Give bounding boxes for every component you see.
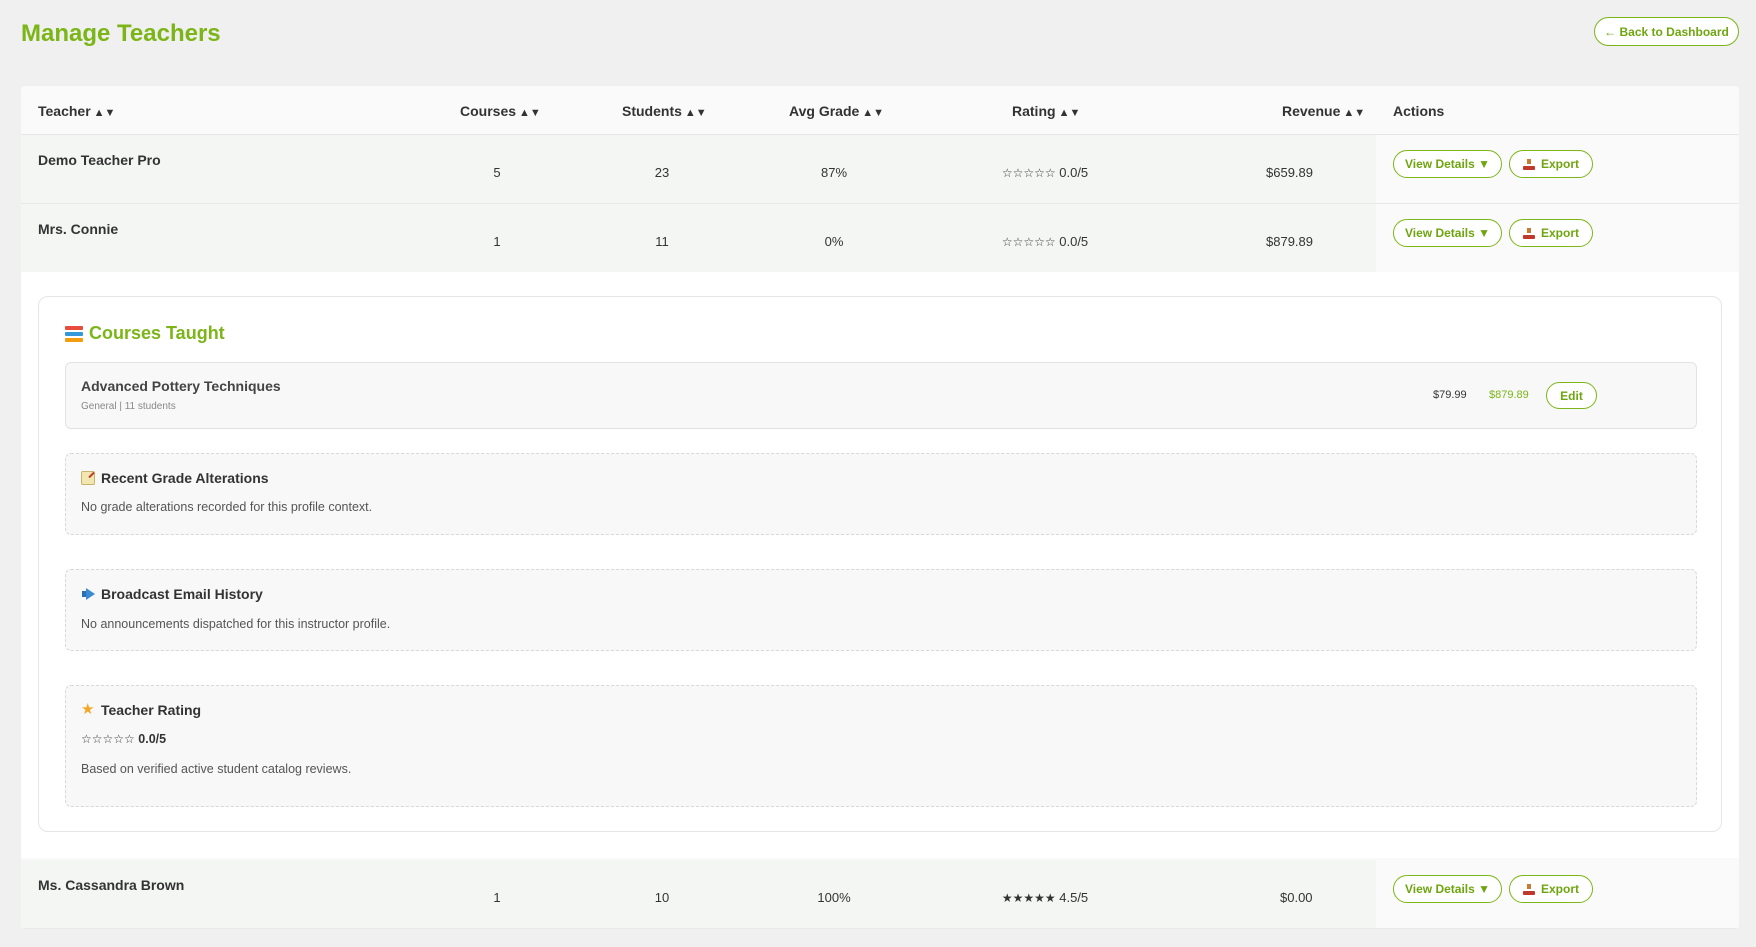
table-row: Demo Teacher Pro 5 23 87% ☆☆☆☆☆ 0.0/5 $6…: [21, 135, 1739, 204]
star-rating-icon: ☆☆☆☆☆: [1001, 235, 1056, 249]
column-courses[interactable]: Courses ▲▼: [460, 103, 541, 119]
export-icon: [1522, 227, 1535, 239]
sort-icon: ▲▼: [1058, 107, 1081, 119]
books-icon: [65, 325, 83, 342]
view-details-button[interactable]: View Details ▼: [1393, 150, 1502, 178]
avg-grade: 87%: [820, 165, 848, 180]
page-title: Manage Teachers: [21, 20, 221, 47]
course-revenue: $879.89: [1489, 389, 1529, 401]
broadcast-history-text: No announcements dispatched for this ins…: [81, 617, 391, 631]
teacher-name: Ms. Cassandra Brown: [38, 877, 185, 893]
grade-alterations-text: No grade alterations recorded for this p…: [81, 500, 373, 514]
course-price: $79.99: [1433, 389, 1467, 401]
course-name: Advanced Pottery Techniques: [81, 378, 281, 394]
column-actions: Actions: [1393, 103, 1445, 119]
courses-taught-title: Courses Taught: [65, 323, 225, 344]
export-icon: [1522, 158, 1535, 170]
export-button[interactable]: Export: [1509, 150, 1593, 178]
column-revenue[interactable]: Revenue ▲▼: [1282, 103, 1365, 119]
course-meta: General | 11 students: [81, 401, 176, 412]
teacher-rating-box: ★ Teacher Rating ☆☆☆☆☆ 0.0/5 Based on ve…: [65, 685, 1697, 807]
revenue: $659.89: [1266, 165, 1313, 180]
avg-grade: 0%: [824, 234, 844, 249]
megaphone-icon: [81, 587, 95, 601]
export-icon: [1522, 883, 1535, 895]
column-teacher[interactable]: Teacher ▲▼: [38, 103, 115, 119]
memo-icon: [81, 471, 95, 485]
students-count: 10: [654, 890, 670, 905]
column-rating[interactable]: Rating ▲▼: [1012, 103, 1080, 119]
star-rating-icon: ☆☆☆☆☆: [1001, 166, 1056, 180]
sort-icon: ▲▼: [862, 107, 885, 119]
star-icon: ★: [81, 701, 95, 718]
revenue: $879.89: [1266, 234, 1313, 249]
students-count: 23: [654, 165, 670, 180]
students-count: 11: [655, 234, 669, 249]
table-row: Ms. Cassandra Brown 1 10 100% ★★★★★ 4.5/…: [21, 860, 1739, 929]
star-rating-icon: ★★★★★: [1001, 891, 1056, 905]
grade-alterations-title: Recent Grade Alterations: [101, 470, 269, 486]
teacher-rating-text: Based on verified active student catalog…: [81, 762, 352, 776]
rating: ☆☆☆☆☆ 0.0/5: [1001, 165, 1089, 180]
column-avg-grade[interactable]: Avg Grade ▲▼: [789, 103, 884, 119]
export-button[interactable]: Export: [1509, 875, 1593, 903]
broadcast-history-box: Broadcast Email History No announcements…: [65, 569, 1697, 651]
broadcast-history-title: Broadcast Email History: [101, 586, 263, 602]
teachers-table: Teacher ▲▼ Courses ▲▼ Students ▲▼ Avg Grade…: [21, 86, 1739, 929]
rating: ★★★★★ 4.5/5: [1001, 890, 1089, 905]
sort-icon: ▲▼: [1343, 107, 1366, 119]
grade-alterations-box: Recent Grade Alterations No grade altera…: [65, 453, 1697, 535]
sort-icon: ▲▼: [519, 107, 541, 119]
details-card: Courses Taught Advanced Pottery Techniqu…: [38, 296, 1722, 832]
teacher-name: Demo Teacher Pro: [38, 152, 161, 168]
teacher-rating-value: ☆☆☆☆☆ 0.0/5: [81, 732, 167, 746]
rating: ☆☆☆☆☆ 0.0/5: [1001, 234, 1089, 249]
teacher-details-panel: Courses Taught Advanced Pottery Techniqu…: [21, 272, 1739, 858]
teacher-name: Mrs. Connie: [38, 221, 119, 237]
courses-count: 1: [493, 234, 501, 249]
view-details-button[interactable]: View Details ▼: [1393, 219, 1502, 247]
back-to-dashboard-button[interactable]: ← Back to Dashboard: [1594, 17, 1739, 46]
column-students[interactable]: Students ▲▼: [622, 103, 707, 119]
table-header: Teacher ▲▼ Courses ▲▼ Students ▲▼ Avg Grade…: [21, 86, 1739, 135]
table-row: Mrs. Connie 1 11 0% ☆☆☆☆☆ 0.0/5 $879.89 …: [21, 204, 1739, 273]
courses-count: 1: [493, 890, 501, 905]
sort-icon: ▲▼: [93, 107, 116, 119]
view-details-button[interactable]: View Details ▼: [1393, 875, 1502, 903]
revenue: $0.00: [1280, 890, 1313, 905]
courses-count: 5: [493, 165, 501, 180]
export-button[interactable]: Export: [1509, 219, 1593, 247]
course-item: Advanced Pottery Techniques General | 11…: [65, 362, 1697, 429]
edit-course-button[interactable]: Edit: [1546, 382, 1597, 409]
star-rating-icon: ☆☆☆☆☆: [81, 732, 135, 746]
sort-icon: ▲▼: [684, 107, 707, 119]
teacher-rating-title: Teacher Rating: [101, 702, 202, 718]
avg-grade: 100%: [817, 890, 851, 905]
